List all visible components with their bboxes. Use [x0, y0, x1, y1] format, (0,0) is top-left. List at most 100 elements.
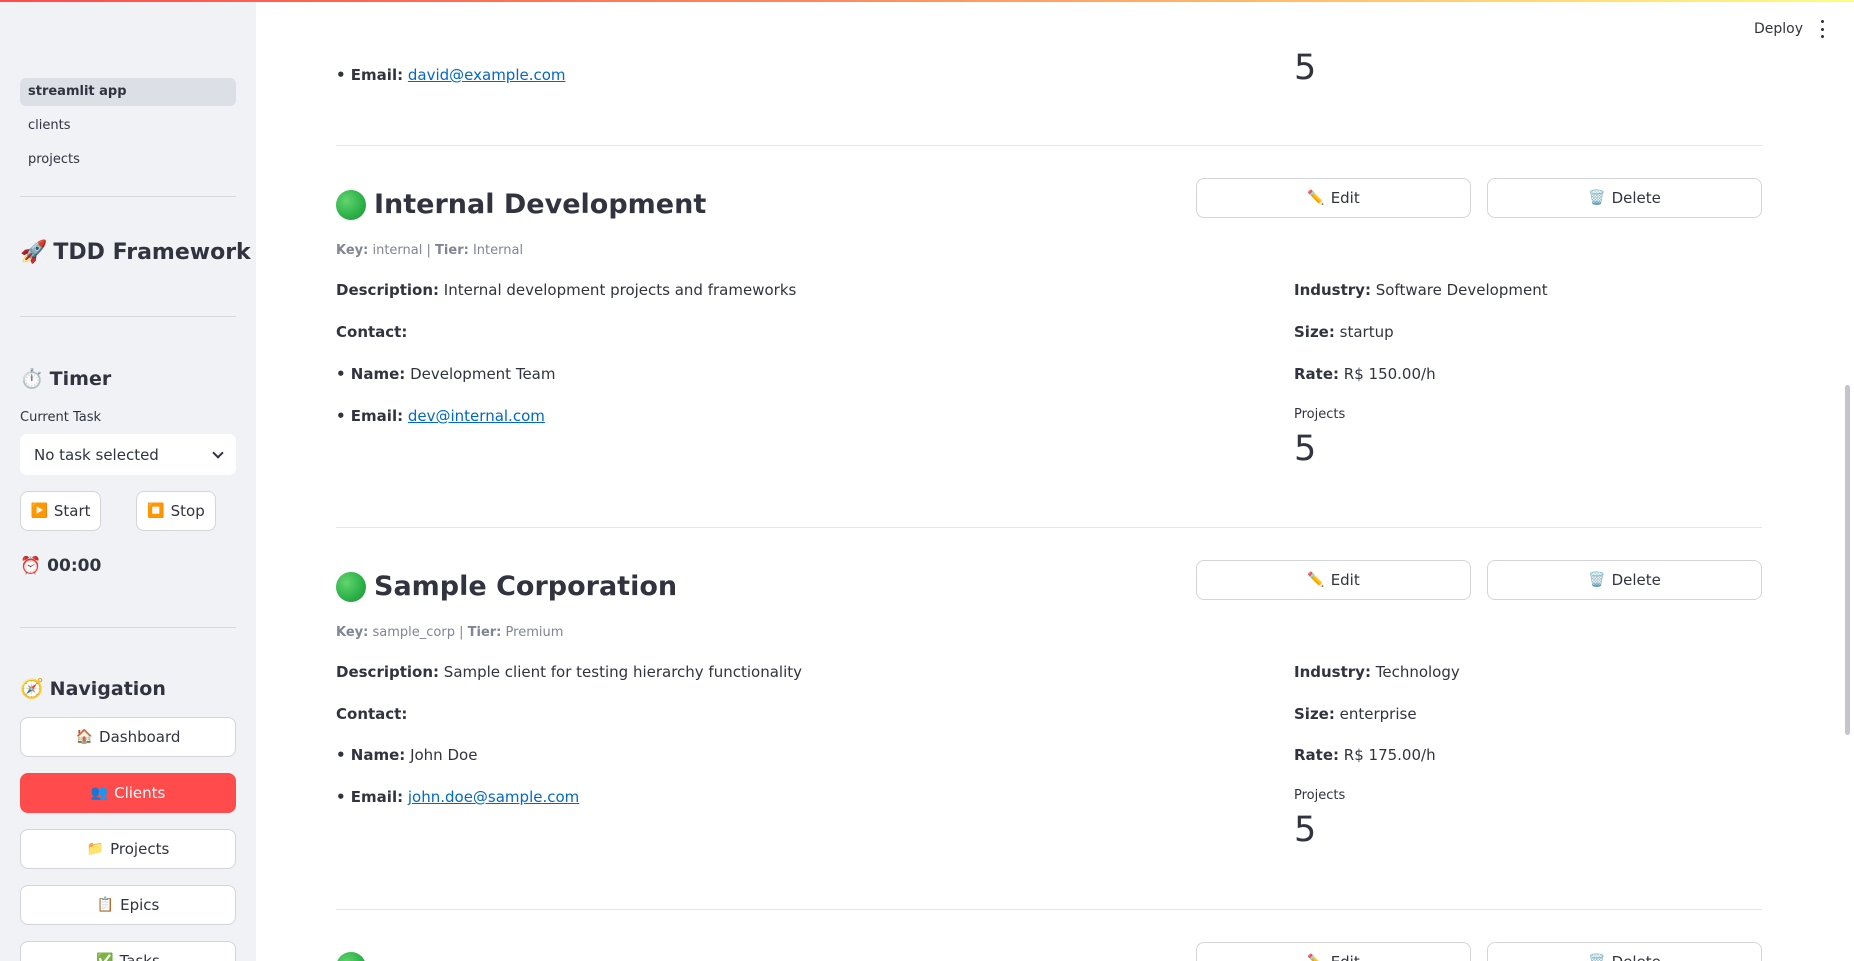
description-label: Description: — [336, 281, 440, 299]
email-link[interactable]: dev@internal.com — [408, 407, 545, 425]
nav-tasks-label: Tasks — [119, 952, 160, 961]
nav-projects-button[interactable]: 📁 Projects — [20, 829, 236, 869]
edit-button[interactable]: ✏️ Edit — [1196, 942, 1471, 961]
trash-icon: 🗑️ — [1588, 954, 1605, 961]
timer-display: ⏰ 00:00 — [20, 556, 101, 576]
nav-projects-label: Projects — [110, 840, 170, 858]
client-key-tier: Key: internal | Tier: Internal — [336, 243, 523, 258]
task-select-value: No task selected — [34, 445, 159, 464]
timer-heading-text: Timer — [49, 368, 112, 390]
rate-row: Rate: R$ 150.00/h — [1294, 365, 1436, 383]
email-label: • Email: — [336, 788, 404, 806]
current-task-label: Current Task — [20, 410, 102, 425]
delete-button[interactable]: 🗑️ Delete — [1487, 178, 1762, 218]
clipboard-icon: 📋 — [96, 897, 115, 913]
stop-button-label: Stop — [170, 502, 205, 520]
navigation-heading: 🧭 Navigation — [20, 677, 166, 700]
house-icon: 🏠 — [75, 729, 94, 745]
play-icon: ▶️ — [30, 503, 48, 519]
tier-label: Tier: — [467, 625, 502, 640]
stopwatch-icon: ⏱️ — [20, 368, 44, 390]
edit-button[interactable]: ✏️ Edit — [1196, 178, 1471, 218]
divider — [336, 909, 1762, 910]
industry-label: Industry: — [1294, 281, 1371, 299]
email-link[interactable]: john.doe@sample.com — [408, 788, 579, 806]
description-row: Description: Internal development projec… — [336, 281, 796, 299]
key-value: internal — [372, 243, 423, 258]
delete-button-label: Delete — [1611, 571, 1661, 589]
sidebar: streamlit app clients projects 🚀 TDD Fram… — [0, 0, 256, 961]
page-nav-item-streamlit-app[interactable]: streamlit app — [20, 78, 236, 106]
description-value: Sample client for testing hierarchy func… — [443, 663, 802, 681]
contact-label: Contact: — [336, 323, 408, 341]
contact-email-row: • Email: john.doe@sample.com — [336, 788, 579, 806]
rate-value: R$ 175.00/h — [1343, 746, 1436, 764]
pencil-icon: ✏️ — [1307, 954, 1324, 961]
rate-row: Rate: R$ 175.00/h — [1294, 746, 1436, 764]
key-value: sample_corp — [372, 625, 455, 640]
edit-button-label: Edit — [1330, 571, 1360, 589]
nav-dashboard-label: Dashboard — [99, 728, 181, 746]
stop-button[interactable]: ⏹️ Stop — [136, 491, 216, 531]
description-label: Description: — [336, 663, 440, 681]
check-mark-icon: ✅ — [96, 953, 114, 961]
email-label: • Email: — [336, 407, 404, 425]
client-title: Sample Corporation — [336, 571, 677, 602]
edit-button-label: Edit — [1331, 953, 1360, 961]
edit-button[interactable]: ✏️ Edit — [1196, 560, 1471, 600]
rate-label: Rate: — [1294, 746, 1340, 764]
projects-metric-value: 5 — [1294, 810, 1317, 850]
delete-button[interactable]: 🗑️ Delete — [1487, 942, 1762, 961]
projects-metric-value: 5 — [1294, 429, 1317, 469]
pencil-icon: ✏️ — [1307, 190, 1325, 206]
projects-metric-label: Projects — [1294, 788, 1346, 803]
delete-button-label: Delete — [1611, 189, 1661, 207]
contact-label: Contact: — [336, 705, 408, 723]
tier-label: Tier: — [435, 243, 469, 258]
contact-name-row: • Name: Development Team — [336, 365, 555, 383]
stop-icon: ⏹️ — [147, 503, 165, 519]
nav-dashboard-button[interactable]: 🏠 Dashboard — [20, 717, 236, 757]
status-dot-icon — [336, 189, 366, 220]
email-label: • Email: — [336, 66, 404, 84]
vertical-scrollbar[interactable] — [1845, 385, 1850, 735]
divider — [336, 145, 1762, 146]
chevron-down-icon — [212, 446, 224, 459]
key-label: Key: — [336, 625, 369, 640]
client-key-tier: Key: sample_corp | Tier: Premium — [336, 625, 563, 640]
industry-label: Industry: — [1294, 663, 1371, 681]
task-select[interactable]: No task selected — [20, 434, 236, 475]
size-row: Size: startup — [1294, 323, 1394, 341]
contact-name-value: Development Team — [410, 365, 556, 383]
separator: | — [459, 625, 464, 640]
rocket-icon: 🚀 — [20, 240, 48, 265]
trash-icon: 🗑️ — [1588, 190, 1606, 206]
nav-tasks-button[interactable]: ✅ Tasks — [20, 941, 236, 961]
app-title: 🚀 TDD Framework — [20, 240, 251, 265]
delete-button[interactable]: 🗑️ Delete — [1487, 560, 1762, 600]
tier-value: Premium — [505, 625, 564, 640]
page-nav-item-projects[interactable]: projects — [20, 146, 236, 174]
contact-name-row: • Name: John Doe — [336, 746, 477, 764]
nav-epics-button[interactable]: 📋 Epics — [20, 885, 236, 925]
status-dot-icon — [336, 571, 366, 602]
name-label: • Name: — [336, 746, 406, 764]
projects-metric-value: 5 — [1294, 48, 1317, 88]
start-button[interactable]: ▶️ Start — [20, 491, 101, 531]
previous-client-email-row: • Email: david@example.com — [336, 66, 566, 84]
email-link[interactable]: david@example.com — [408, 66, 566, 84]
name-label: • Name: — [336, 365, 406, 383]
tier-value: Internal — [472, 243, 524, 258]
page-nav-item-clients[interactable]: clients — [20, 112, 236, 140]
key-label: Key: — [336, 243, 369, 258]
divider — [20, 627, 236, 628]
description-row: Description: Sample client for testing h… — [336, 663, 802, 681]
divider — [20, 316, 236, 317]
description-value: Internal development projects and framew… — [443, 281, 797, 299]
edit-button-label: Edit — [1330, 189, 1360, 207]
nav-clients-button[interactable]: 👥 Clients — [20, 773, 236, 813]
separator: | — [426, 243, 431, 258]
main-content: • Email: david@example.com 5 Internal De… — [256, 0, 1854, 961]
folder-icon: 📁 — [86, 841, 105, 857]
size-label: Size: — [1294, 705, 1335, 723]
